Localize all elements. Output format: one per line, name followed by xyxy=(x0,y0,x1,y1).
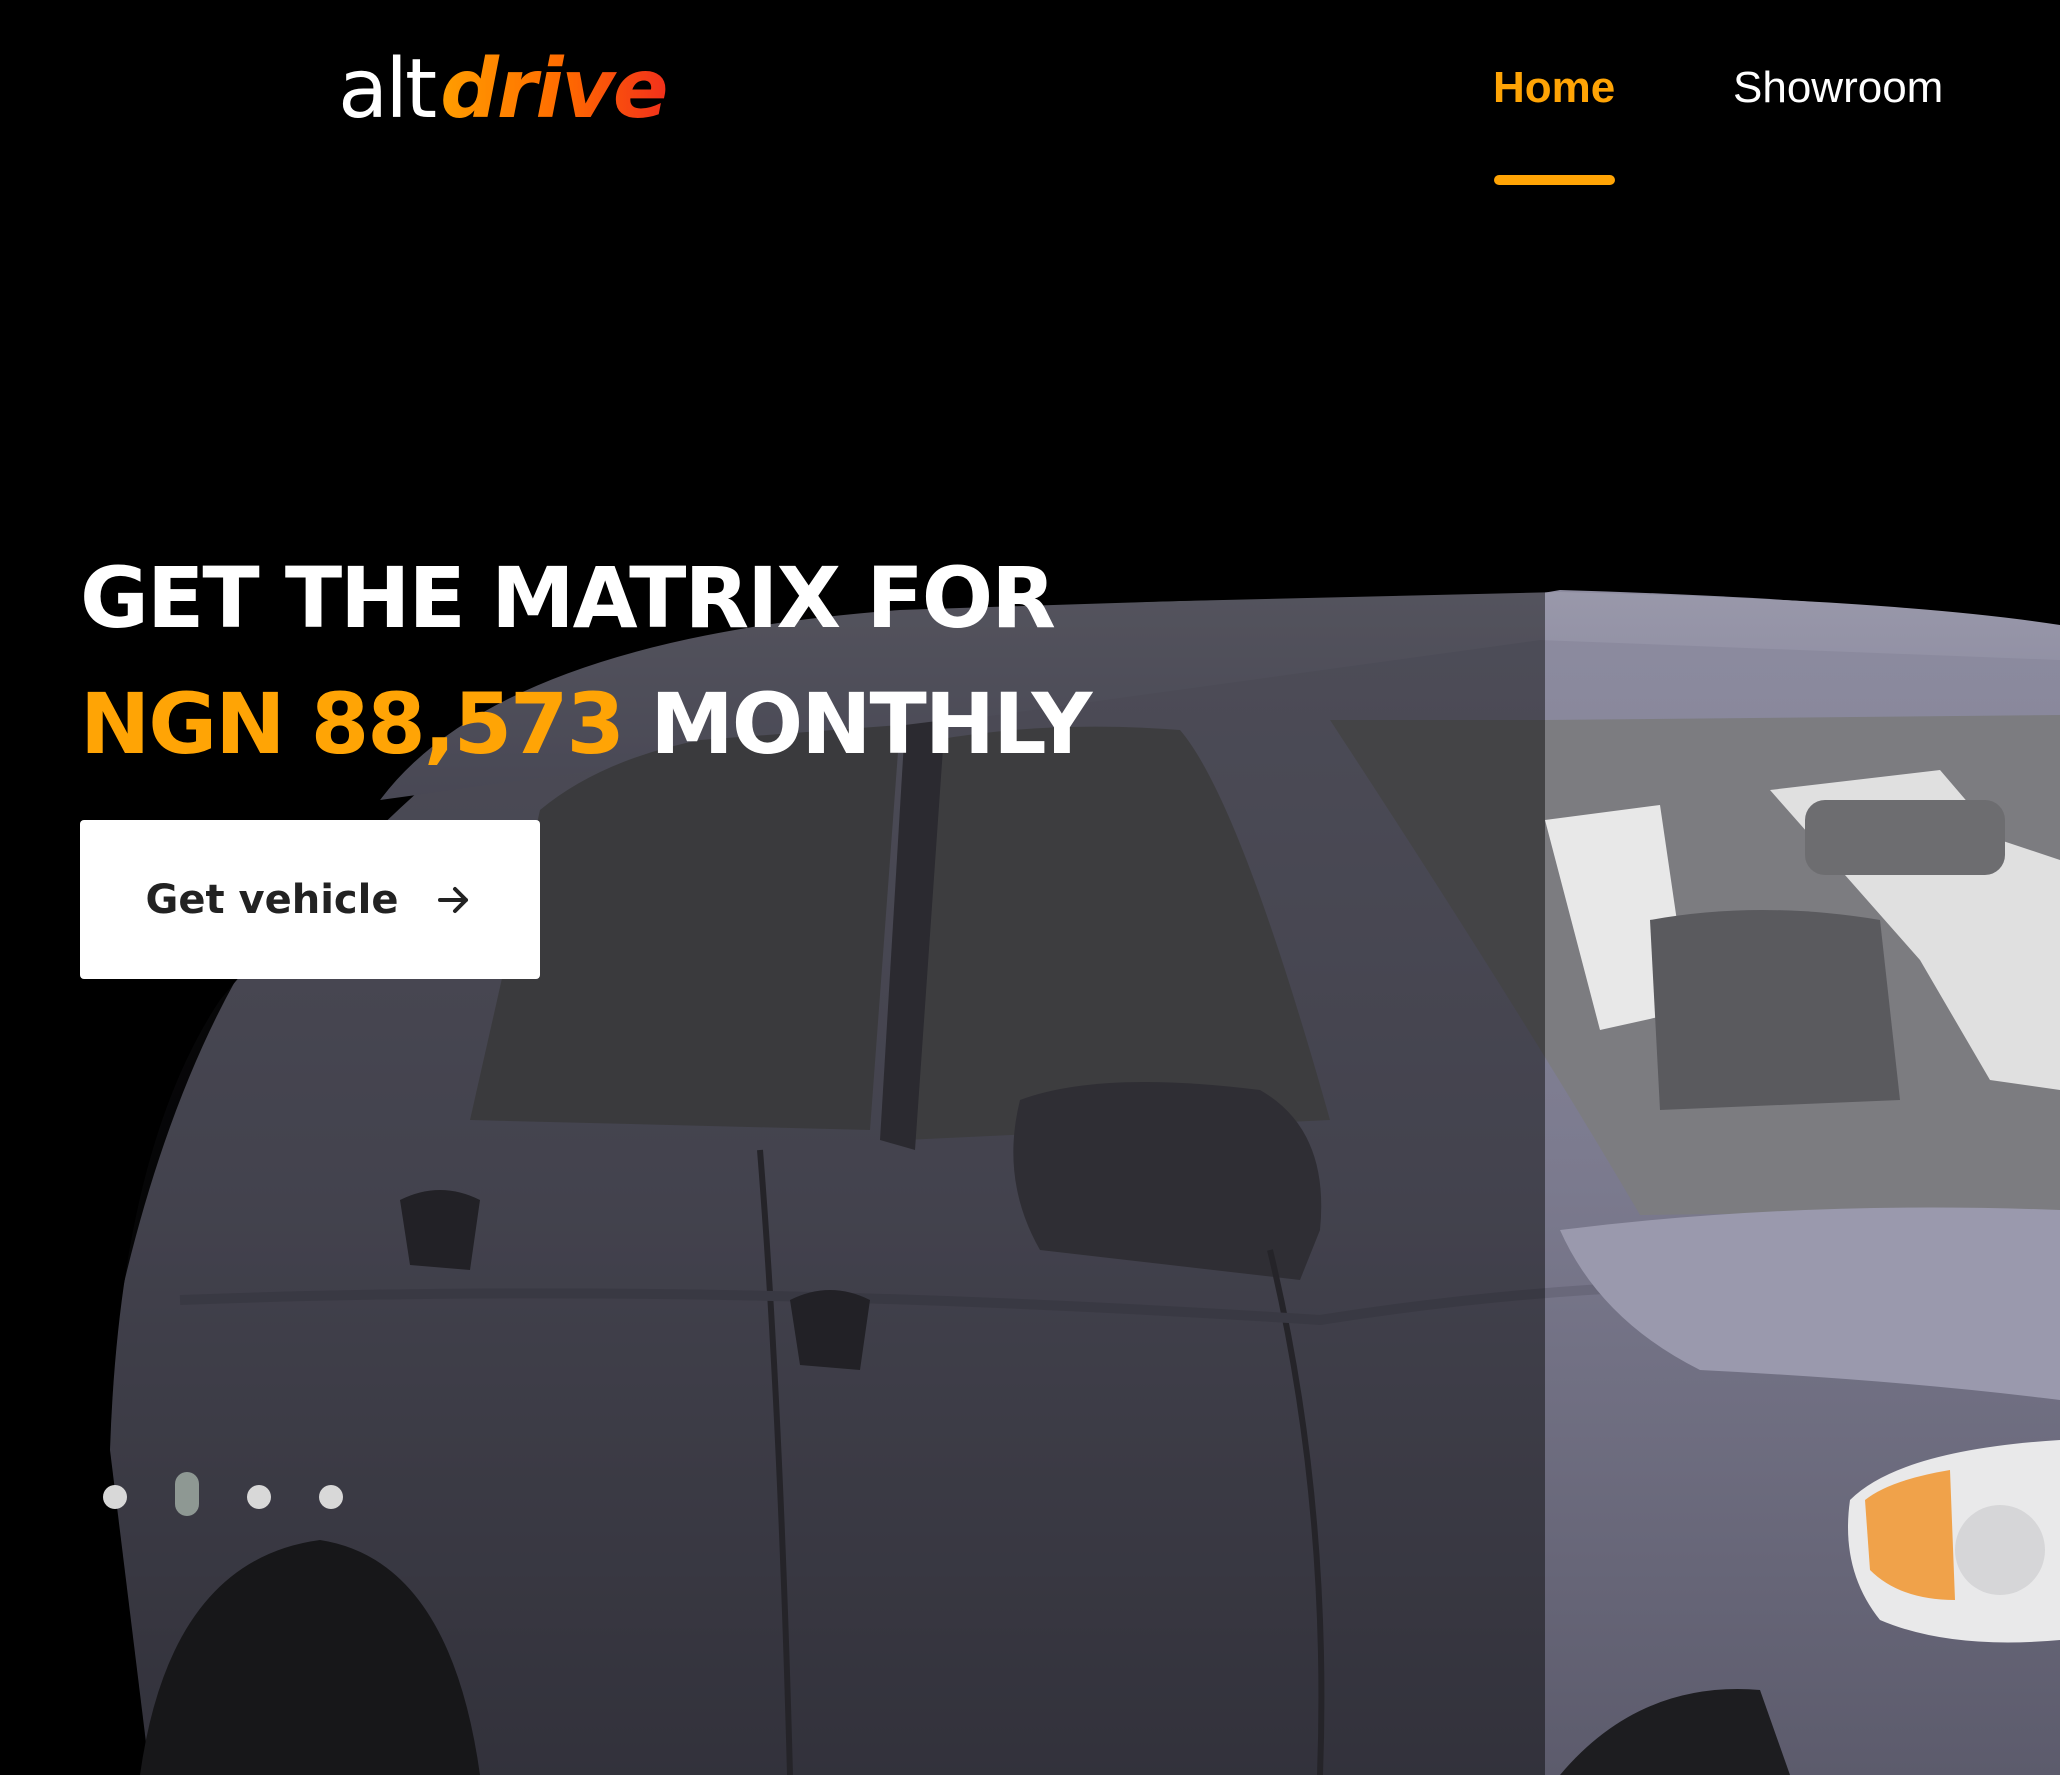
hero-title-line1: GET THE MATRIX FOR xyxy=(80,549,1056,647)
nav-item-showroom[interactable]: Showroom xyxy=(1733,60,1943,116)
main-nav: Home Showroom xyxy=(0,0,2060,190)
hero-period: MONTHLY xyxy=(650,675,1092,773)
carousel-indicators xyxy=(103,1472,363,1522)
get-vehicle-label: Get vehicle xyxy=(145,876,399,923)
site-header: altdrive Home Showroom xyxy=(0,0,2060,190)
carousel-dot-1[interactable] xyxy=(103,1485,127,1509)
carousel-dot-4[interactable] xyxy=(319,1485,343,1509)
hero-headline: GET THE MATRIX FOR NGN 88,573 MONTHLY xyxy=(80,535,1092,787)
hero-price: NGN 88,573 xyxy=(80,675,625,773)
nav-item-home[interactable]: Home xyxy=(1493,60,1615,116)
active-nav-indicator xyxy=(1494,175,1615,185)
arrow-right-icon xyxy=(438,886,469,913)
hero-title: GET THE MATRIX FOR NGN 88,573 MONTHLY xyxy=(80,535,1092,787)
carousel-dot-3[interactable] xyxy=(247,1485,271,1509)
get-vehicle-button[interactable]: Get vehicle xyxy=(80,820,540,979)
carousel-dot-2[interactable] xyxy=(175,1472,199,1516)
